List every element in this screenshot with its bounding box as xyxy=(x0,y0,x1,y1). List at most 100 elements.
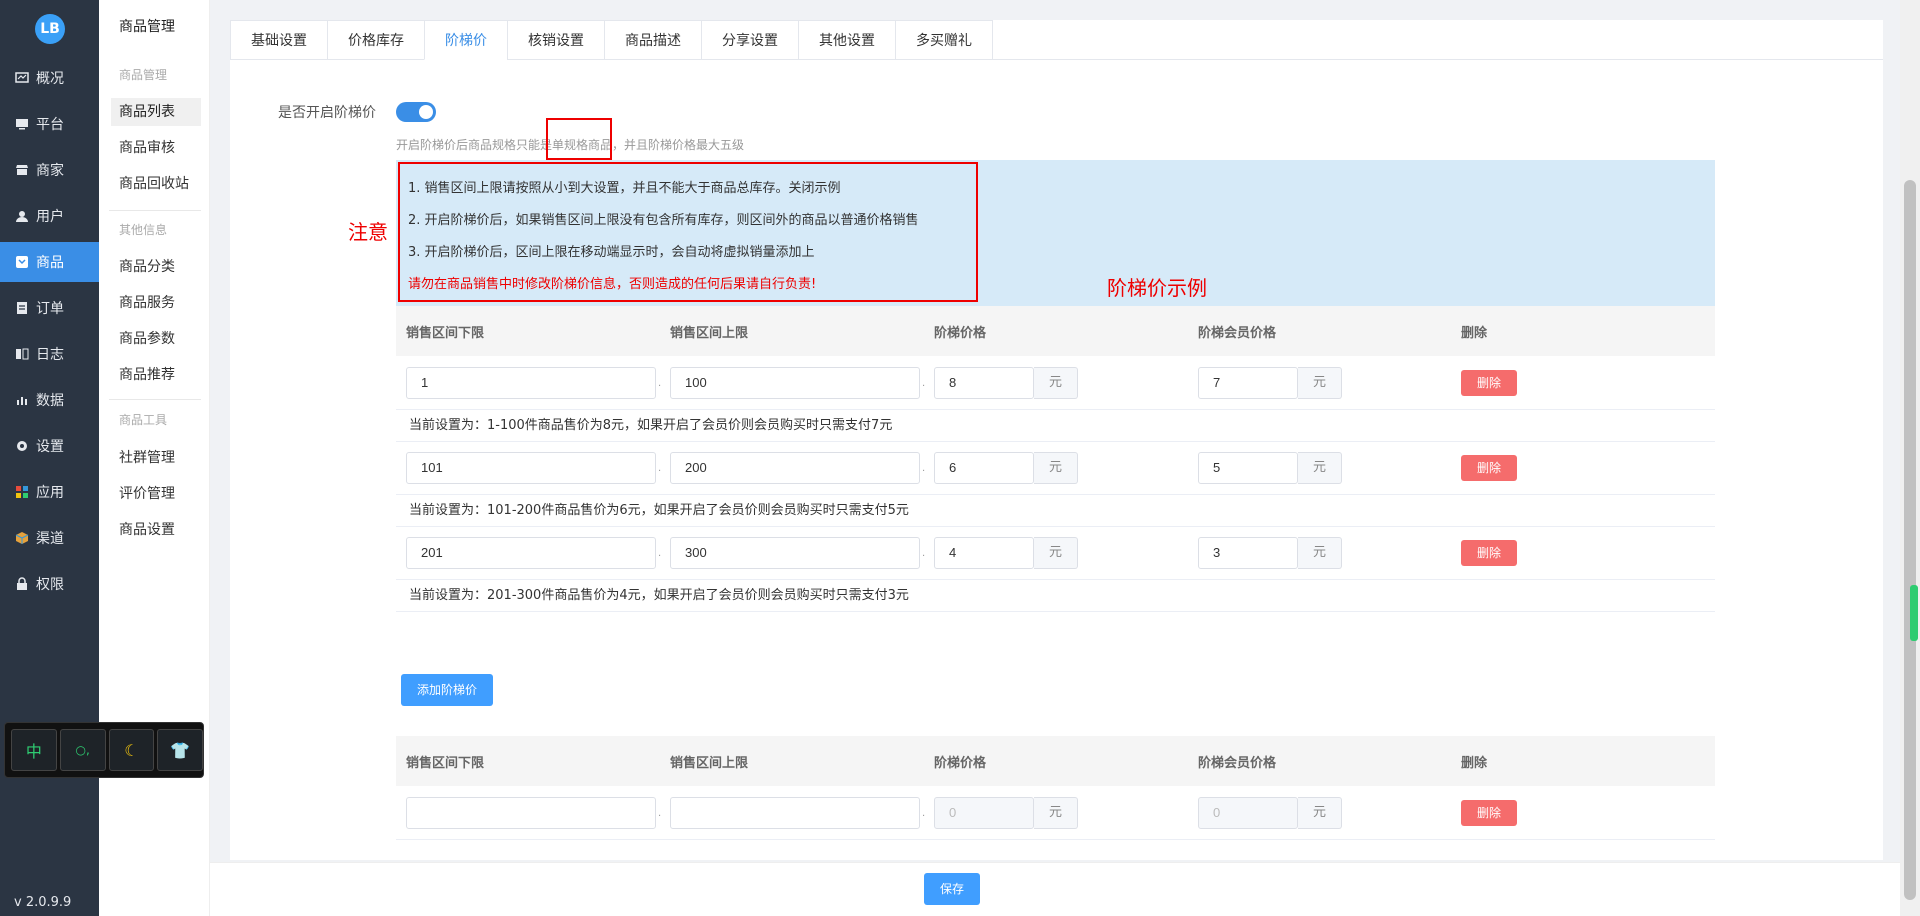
member-price-input[interactable]: 0 xyxy=(1198,797,1298,829)
sidebar-item-label: 用户 xyxy=(36,209,64,225)
max-qty-input[interactable]: 300 xyxy=(670,537,920,569)
sidebar-item-chart[interactable]: 数据 xyxy=(0,380,99,420)
ime-moon-key[interactable]: ☾ xyxy=(108,729,155,771)
sidebar-item-apps[interactable]: 应用 xyxy=(0,472,99,512)
table-header: 销售区间下限 销售区间上限 阶梯价格 阶梯会员价格 删除 xyxy=(396,736,1715,786)
apps-icon xyxy=(14,484,30,500)
subnav-item-service[interactable]: 商品服务 xyxy=(111,289,201,317)
tier-price-switch[interactable] xyxy=(396,102,436,122)
add-tier-button[interactable]: 添加阶梯价 xyxy=(401,674,493,706)
tab-3[interactable]: 核销设置 xyxy=(507,20,604,60)
unit-label: 元 xyxy=(1034,537,1078,569)
member-price-input[interactable]: 5 xyxy=(1198,452,1298,484)
col-price: 阶梯价格 xyxy=(934,755,987,771)
subnav-item-goods-list[interactable]: 商品列表 xyxy=(111,98,201,126)
price-input[interactable]: 4 xyxy=(934,537,1034,569)
tab-bar: 基础设置 价格库存 阶梯价 核销设置 商品描述 分享设置 其他设置 多买赠礼 xyxy=(230,20,1883,60)
sidebar-item-label: 订单 xyxy=(36,301,64,317)
min-qty-input[interactable]: 1 xyxy=(406,367,656,399)
sidebar-item-label: 权限 xyxy=(36,577,64,593)
tab-0[interactable]: 基础设置 xyxy=(230,20,327,60)
table-row: 101. 200. 6 元 5 元删除 xyxy=(396,441,1715,495)
col-delete: 删除 xyxy=(1461,755,1488,771)
log-icon xyxy=(14,346,30,362)
col-member-price: 阶梯会员价格 xyxy=(1198,325,1277,341)
subnav-item-community[interactable]: 社群管理 xyxy=(111,444,201,472)
tab-1[interactable]: 价格库存 xyxy=(327,20,424,60)
annotation-example: 阶梯价示例 xyxy=(1107,276,1207,300)
max-qty-input[interactable]: 200 xyxy=(670,452,920,484)
price-input[interactable]: 0 xyxy=(934,797,1034,829)
ime-punct-key[interactable]: ○, xyxy=(59,729,106,771)
max-qty-input[interactable] xyxy=(670,797,920,829)
delete-button[interactable]: 删除 xyxy=(1461,370,1517,396)
app-logo[interactable]: LB xyxy=(35,14,65,44)
tab-6[interactable]: 其他设置 xyxy=(798,20,895,60)
tier-description: 当前设置为：201-300件商品售价为4元，如果开启了会员价则会员购买时只需支付… xyxy=(396,580,1715,612)
tier-description: 当前设置为：1-100件商品售价为8元，如果开启了会员价则会员购买时只需支付7元 xyxy=(396,410,1715,442)
sidebar-item-store[interactable]: 商家 xyxy=(0,150,99,190)
tab-4[interactable]: 商品描述 xyxy=(604,20,701,60)
min-qty-input[interactable] xyxy=(406,797,656,829)
separator-dot: . xyxy=(922,808,926,819)
sidebar-item-order[interactable]: 订单 xyxy=(0,288,99,328)
subnav-item-recommend[interactable]: 商品推荐 xyxy=(111,361,201,389)
sidebar-item-cube[interactable]: 渠道 xyxy=(0,518,99,558)
unit-label: 元 xyxy=(1034,452,1078,484)
tab-2[interactable]: 阶梯价 xyxy=(424,20,507,60)
annotation-note: 注意 xyxy=(348,220,388,244)
price-input[interactable]: 6 xyxy=(934,452,1034,484)
col-min: 销售区间下限 xyxy=(406,755,485,771)
tip-line: 2. 开启阶梯价后，如果销售区间上限没有包含所有库存，则区间外的商品以普通价格销… xyxy=(408,213,919,228)
min-qty-input[interactable]: 101 xyxy=(406,452,656,484)
delete-button[interactable]: 删除 xyxy=(1461,540,1517,566)
order-icon xyxy=(14,300,30,316)
scrollbar[interactable] xyxy=(1900,0,1920,916)
tip-panel: 1. 销售区间上限请按照从小到大设置，并且不能大于商品总库存。关闭示例 2. 开… xyxy=(396,160,1715,306)
sidebar-item-monitor[interactable]: 平台 xyxy=(0,104,99,144)
separator-dot: . xyxy=(922,463,926,474)
delete-button[interactable]: 删除 xyxy=(1461,800,1517,826)
sidebar-item-goods[interactable]: 商品 xyxy=(0,242,99,282)
subnav-item-reviews[interactable]: 评价管理 xyxy=(111,480,201,508)
member-price-input[interactable]: 3 xyxy=(1198,537,1298,569)
sidebar-item-dashboard[interactable]: 概况 xyxy=(0,58,99,98)
sidebar-item-gear[interactable]: 设置 xyxy=(0,426,99,466)
tab-5[interactable]: 分享设置 xyxy=(701,20,798,60)
col-member-price: 阶梯会员价格 xyxy=(1198,755,1277,771)
member-price-input[interactable]: 7 xyxy=(1198,367,1298,399)
price-input[interactable]: 8 xyxy=(934,367,1034,399)
subnav-item-settings[interactable]: 商品设置 xyxy=(111,516,201,544)
gear-icon xyxy=(14,438,30,454)
ime-skin-key[interactable]: 👕 xyxy=(157,729,203,771)
separator-dot: . xyxy=(658,463,662,474)
subnav-item-goods-review[interactable]: 商品审核 xyxy=(111,134,201,162)
table-row: . . 0 元 0 元 删除 xyxy=(396,786,1715,840)
sidebar-item-label: 平台 xyxy=(36,117,64,133)
sidebar-item-log[interactable]: 日志 xyxy=(0,334,99,374)
sidebar-item-user[interactable]: 用户 xyxy=(0,196,99,236)
separator-dot: . xyxy=(658,548,662,559)
subnav-item-params[interactable]: 商品参数 xyxy=(111,325,201,353)
unit-label: 元 xyxy=(1298,537,1342,569)
sidebar-item-label: 概况 xyxy=(36,71,64,87)
sidebar-item-label: 日志 xyxy=(36,347,64,363)
sidebar-item-label: 数据 xyxy=(36,393,64,409)
max-qty-input[interactable]: 100 xyxy=(670,367,920,399)
delete-button[interactable]: 删除 xyxy=(1461,455,1517,481)
col-price: 阶梯价格 xyxy=(934,325,987,341)
scrollbar-thumb[interactable] xyxy=(1904,180,1916,900)
subnav-item-recycle-bin[interactable]: 商品回收站 xyxy=(111,170,201,198)
unit-label: 元 xyxy=(1298,797,1342,829)
goods-icon xyxy=(14,254,30,270)
min-qty-input[interactable]: 201 xyxy=(406,537,656,569)
separator-dot: . xyxy=(658,378,662,389)
save-button[interactable]: 保存 xyxy=(924,873,980,905)
unit-label: 元 xyxy=(1298,367,1342,399)
subnav-item-category[interactable]: 商品分类 xyxy=(111,253,201,281)
tab-7[interactable]: 多买赠礼 xyxy=(895,20,993,60)
ime-mode-key[interactable]: 中 xyxy=(11,729,57,771)
sidebar-item-lock[interactable]: 权限 xyxy=(0,564,99,604)
table-row: 1. 100. 8 元 7 元删除 xyxy=(396,356,1715,410)
separator-dot: . xyxy=(922,378,926,389)
